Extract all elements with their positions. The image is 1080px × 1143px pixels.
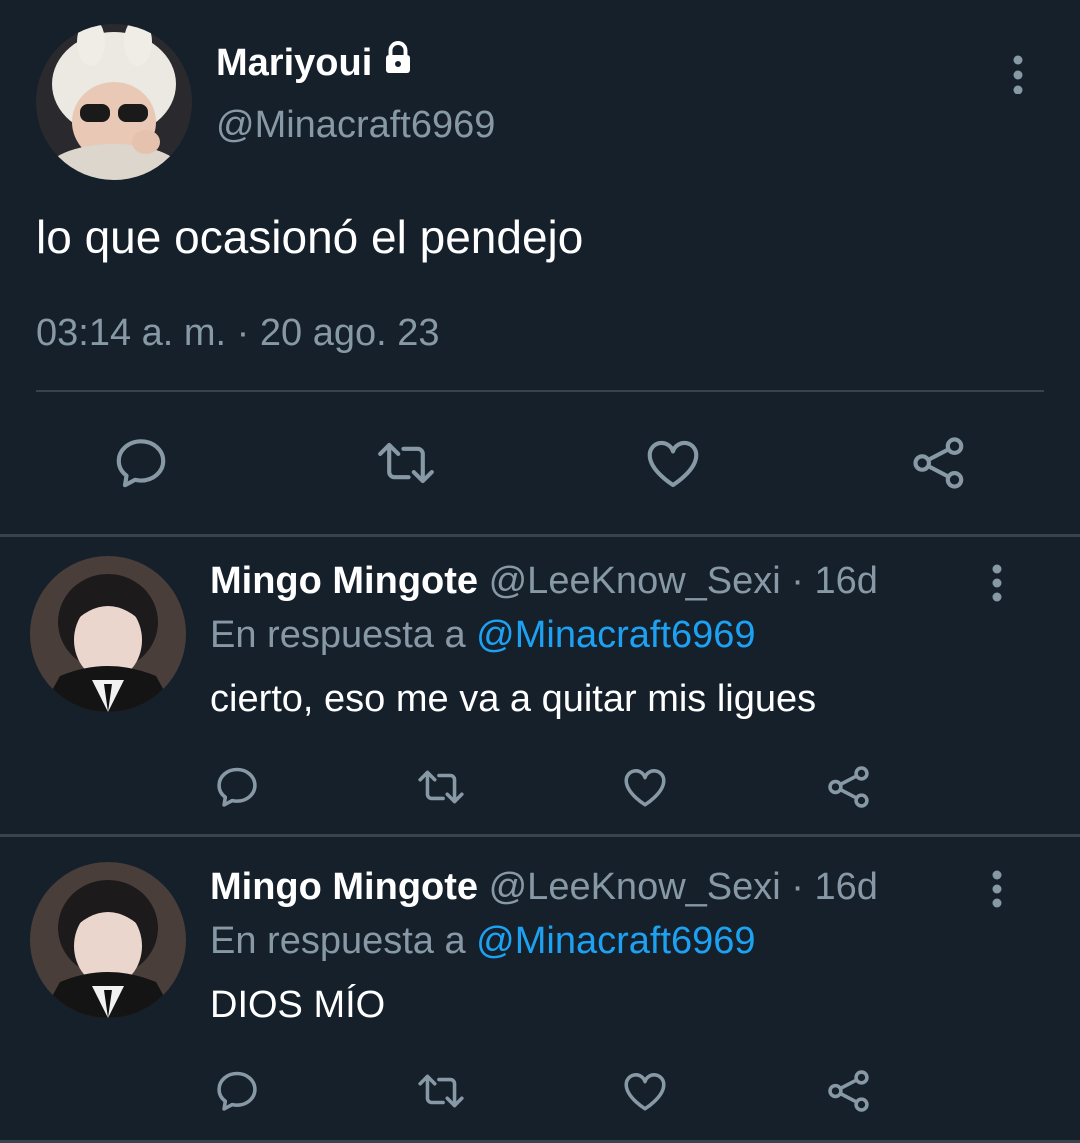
- author-name-label: Mariyoui: [216, 41, 373, 84]
- reply-context: En respuesta a @Minacraft6969: [210, 920, 756, 963]
- reply-author-handle[interactable]: @LeeKnow_Sexi: [489, 560, 781, 602]
- reply-author-name[interactable]: Mingo Mingote: [210, 560, 478, 602]
- reply-mention-link[interactable]: @Minacraft6969: [476, 920, 755, 962]
- reply-icon: [116, 439, 166, 488]
- retweet-button[interactable]: [413, 1066, 469, 1121]
- retweet-icon: [418, 770, 464, 804]
- reply-button[interactable]: [110, 432, 172, 499]
- avatar[interactable]: [30, 556, 186, 712]
- like-button[interactable]: [620, 1066, 670, 1121]
- reply-text: DIOS MÍO: [210, 984, 386, 1026]
- reply-time: 16d: [814, 560, 878, 602]
- lock-icon: [380, 40, 416, 86]
- reply-tweet[interactable]: Mingo Mingote @LeeKnow_Sexi · 16d En res…: [0, 556, 1080, 830]
- reply-text: cierto, eso me va a quitar mis ligues: [210, 678, 817, 720]
- reply-icon: [217, 1071, 257, 1111]
- like-button[interactable]: [620, 762, 670, 817]
- separator-dot: ·: [791, 866, 804, 908]
- tweet-text: lo que ocasionó el pendejo: [36, 211, 584, 263]
- author-name[interactable]: Mariyoui: [216, 40, 416, 86]
- section-divider: [0, 834, 1080, 837]
- heart-icon: [624, 769, 666, 807]
- reply-time: 16d: [814, 866, 878, 908]
- reply-mention-link[interactable]: @Minacraft6969: [476, 614, 755, 656]
- reply-author-handle[interactable]: @LeeKnow_Sexi: [489, 866, 781, 908]
- share-icon: [828, 766, 869, 808]
- reply-author-name[interactable]: Mingo Mingote: [210, 866, 478, 908]
- reply-prefix: En respuesta a: [210, 614, 466, 656]
- author-handle[interactable]: @Minacraft6969: [216, 104, 495, 147]
- retweet-button[interactable]: [413, 762, 469, 817]
- share-icon: [913, 437, 964, 489]
- like-button[interactable]: [642, 432, 704, 499]
- more-vertical-icon: [992, 870, 1002, 908]
- retweet-icon: [418, 1074, 464, 1108]
- retweet-icon: [378, 442, 434, 484]
- action-bar: [0, 1066, 1080, 1116]
- reply-context: En respuesta a @Minacraft6969: [210, 614, 756, 657]
- reply-header: Mingo Mingote @LeeKnow_Sexi · 16d: [210, 866, 878, 909]
- share-button[interactable]: [824, 762, 874, 817]
- reply-tweet[interactable]: Mingo Mingote @LeeKnow_Sexi · 16d En res…: [0, 862, 1080, 1136]
- heart-icon: [647, 440, 699, 488]
- reply-button[interactable]: [212, 762, 262, 817]
- more-options-button[interactable]: [982, 564, 1012, 602]
- retweet-button[interactable]: [372, 432, 440, 499]
- heart-icon: [624, 1073, 666, 1111]
- separator-dot: ·: [791, 560, 804, 602]
- reply-header: Mingo Mingote @LeeKnow_Sexi · 16d: [210, 560, 878, 603]
- share-button[interactable]: [908, 432, 970, 499]
- share-icon: [828, 1070, 869, 1112]
- more-vertical-icon: [992, 564, 1002, 602]
- action-bar: [0, 432, 1080, 496]
- tweet-timestamp[interactable]: 03:14 a. m. · 20 ago. 23: [36, 312, 440, 355]
- section-divider: [0, 534, 1080, 537]
- avatar[interactable]: [36, 24, 192, 180]
- divider: [36, 390, 1044, 392]
- reply-prefix: En respuesta a: [210, 920, 466, 962]
- avatar[interactable]: [30, 862, 186, 1018]
- reply-icon: [217, 767, 257, 807]
- more-vertical-icon: [1013, 55, 1023, 95]
- action-bar: [0, 762, 1080, 812]
- reply-button[interactable]: [212, 1066, 262, 1121]
- share-button[interactable]: [824, 1066, 874, 1121]
- more-options-button[interactable]: [982, 870, 1012, 908]
- more-options-button[interactable]: [1000, 54, 1036, 95]
- main-tweet: Mariyoui @Minacraft6969 lo que ocasionó …: [0, 0, 1080, 535]
